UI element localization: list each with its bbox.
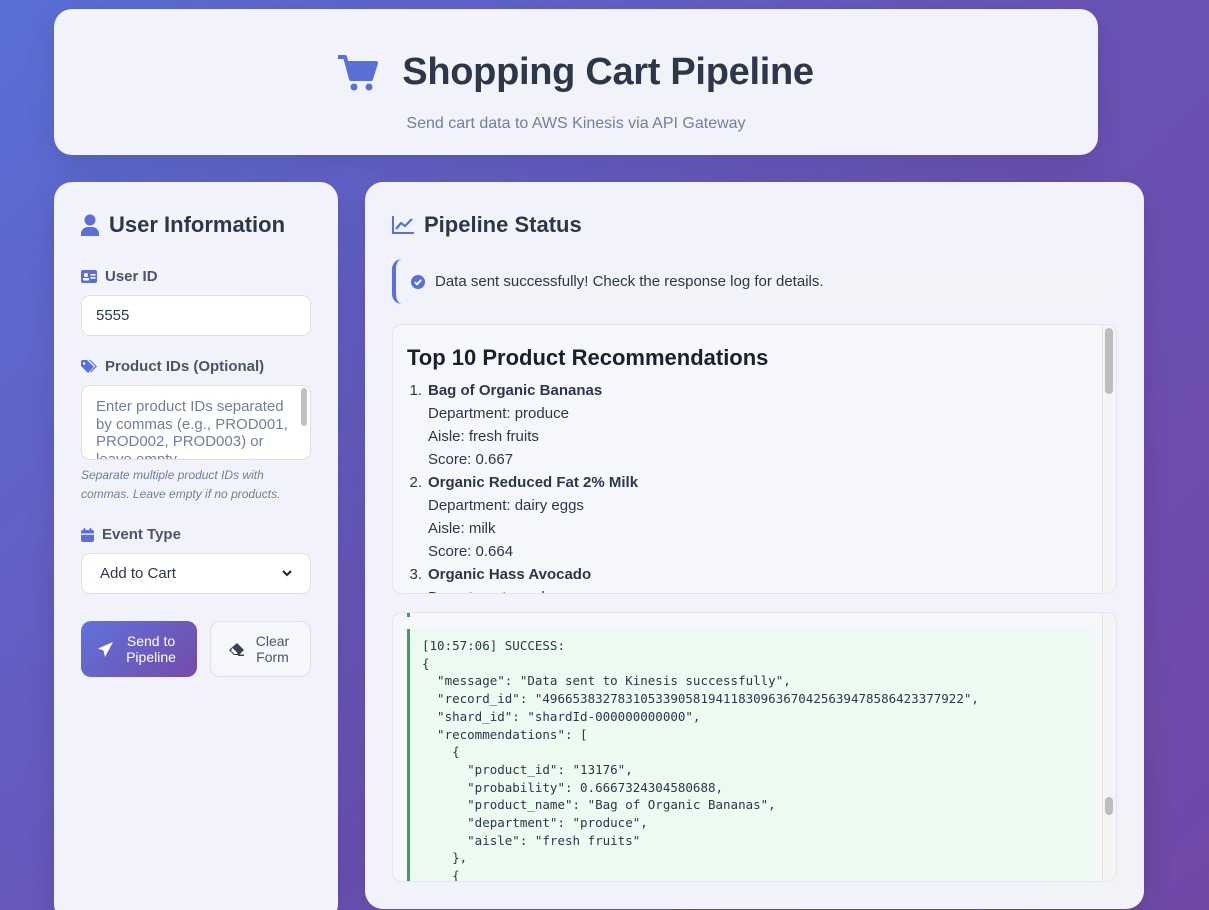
recommendations-list: 1. Bag of Organic Bananas Department: pr… [407, 379, 1097, 593]
pipeline-status-title-text: Pipeline Status [424, 212, 582, 237]
list-item: 1. Bag of Organic Bananas Department: pr… [407, 379, 1097, 471]
rec-aisle: Aisle: milk [428, 520, 496, 537]
chevron-down-icon [282, 570, 292, 577]
recommendations-content: Top 10 Product Recommendations 1. Bag of… [407, 345, 1097, 593]
rec-department: Department: produce [428, 405, 569, 422]
list-item: 3. Organic Hass Avocado Department: prod… [407, 563, 1097, 593]
response-log-scroll-thumb[interactable] [1105, 797, 1113, 815]
check-circle-icon [411, 274, 425, 289]
user-id-input[interactable]: 5555 [81, 295, 311, 336]
event-type-value: Add to Cart [100, 565, 176, 582]
recommendations-scrollbar[interactable] [1102, 325, 1116, 593]
rec-score: Score: 0.664 [428, 543, 514, 560]
rec-product-name: Organic Hass Avocado [428, 566, 592, 583]
log-entry-success: [10:57:06] SUCCESS: { "message": "Data s… [407, 629, 1089, 881]
event-type-label-text: Event Type [102, 526, 181, 543]
rec-score: Score: 0.667 [428, 451, 514, 468]
product-ids-label: Product IDs (Optional) [81, 358, 311, 375]
recommendations-scroll-thumb[interactable] [1105, 328, 1113, 394]
rec-department: Department: dairy eggs [428, 497, 584, 514]
rec-product-name: Bag of Organic Bananas [428, 382, 603, 399]
rec-product-name: Organic Reduced Fat 2% Milk [428, 474, 639, 491]
clear-button-label: Clear Form [255, 633, 290, 665]
rec-number: 3. [409, 566, 422, 583]
recommendations-title: Top 10 Product Recommendations [407, 345, 769, 370]
eraser-icon [228, 642, 244, 656]
user-id-label: User ID [81, 268, 311, 285]
chart-line-icon [392, 216, 414, 234]
success-alert-text: Data sent successfully! Check the respon… [435, 273, 824, 290]
list-item: 2. Organic Reduced Fat 2% Milk Departmen… [407, 471, 1097, 563]
response-log-scrollbar[interactable] [1102, 613, 1116, 881]
success-alert: Data sent successfully! Check the respon… [392, 259, 1117, 304]
product-ids-placeholder: Enter product IDs separated by commas (e… [96, 398, 288, 460]
user-id-value: 5555 [96, 307, 130, 324]
user-information-panel: User Information User ID 5555 Product ID… [54, 182, 338, 910]
pipeline-status-title: Pipeline Status [392, 212, 1117, 238]
user-information-title-text: User Information [109, 212, 286, 237]
product-ids-textarea[interactable]: Enter product IDs separated by commas (e… [81, 385, 311, 460]
rec-number: 1. [409, 382, 422, 399]
textarea-scrollbar[interactable] [301, 388, 307, 426]
rec-aisle: Aisle: fresh fruits [428, 428, 539, 445]
paper-plane-icon [98, 641, 113, 657]
previous-log-entry-edge [407, 613, 410, 617]
id-card-icon [81, 270, 97, 283]
calendar-icon [81, 527, 94, 542]
page-subtitle: Send cart data to AWS Kinesis via API Ga… [406, 115, 746, 132]
page-title: Shopping Cart Pipeline [402, 51, 814, 93]
header-title-row: Shopping Cart Pipeline [54, 51, 1098, 94]
user-id-label-text: User ID [105, 268, 158, 285]
product-ids-hint: Separate multiple product IDs with comma… [81, 468, 281, 501]
response-log-box: [10:57:06] SUCCESS: { "message": "Data s… [392, 612, 1117, 882]
send-to-pipeline-button[interactable]: Send to Pipeline [81, 621, 197, 677]
pipeline-status-panel: Pipeline Status Data sent successfully! … [365, 182, 1144, 909]
user-information-title: User Information [81, 212, 311, 238]
recommendations-box: Top 10 Product Recommendations 1. Bag of… [392, 324, 1117, 594]
tags-icon [81, 359, 97, 373]
form-buttons: Send to Pipeline Clear Form [81, 621, 311, 677]
clear-form-button[interactable]: Clear Form [210, 621, 311, 677]
user-icon [81, 214, 99, 236]
shopping-cart-icon [338, 54, 379, 90]
product-ids-label-text: Product IDs (Optional) [105, 358, 265, 375]
event-type-select[interactable]: Add to Cart [81, 553, 311, 594]
header-card: Shopping Cart Pipeline Send cart data to… [54, 9, 1098, 155]
event-type-label: Event Type [81, 526, 311, 543]
send-button-label: Send to Pipeline [126, 633, 176, 665]
rec-number: 2. [409, 474, 422, 491]
rec-department: Department: produce [428, 586, 591, 593]
